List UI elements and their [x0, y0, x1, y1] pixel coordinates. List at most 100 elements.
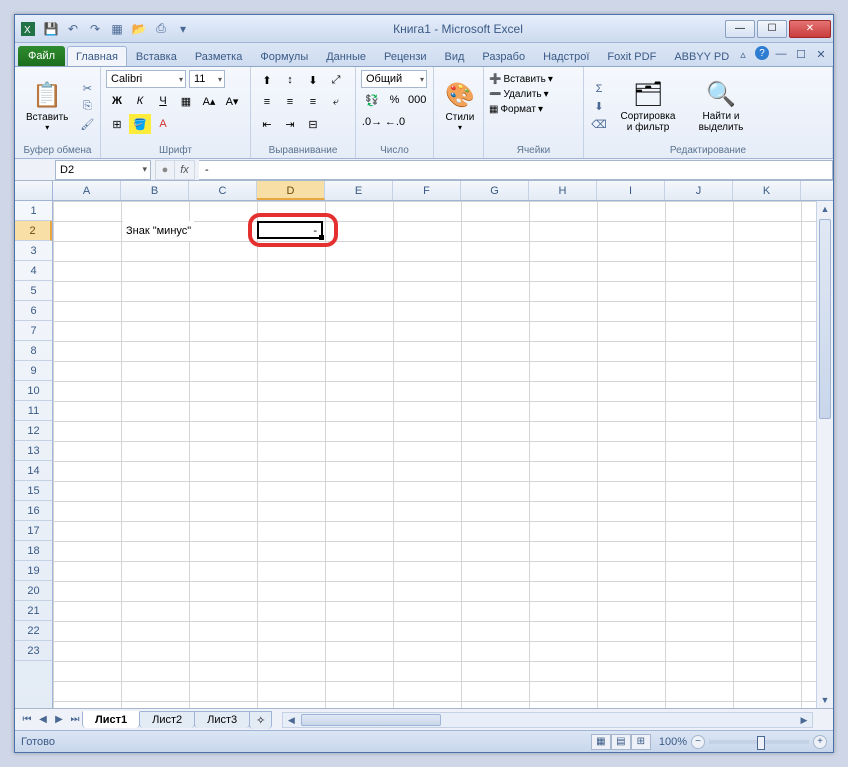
sheet-nav-prev[interactable]: ◀	[35, 714, 51, 725]
row-header-18[interactable]: 18	[15, 541, 52, 561]
align-middle-button[interactable]: ↕	[279, 70, 301, 90]
col-header-E[interactable]: E	[325, 181, 393, 200]
italic-button[interactable]: К	[129, 91, 151, 111]
fx-button[interactable]: fx	[175, 160, 195, 180]
scroll-thumb[interactable]	[819, 219, 831, 419]
clear-button[interactable]: ⌫	[589, 117, 609, 133]
sheet-nav-last[interactable]: ⏭	[67, 714, 83, 725]
row-header-19[interactable]: 19	[15, 561, 52, 581]
zoom-slider[interactable]	[709, 740, 809, 744]
tab-formulas[interactable]: Формулы	[251, 46, 317, 66]
bold-button[interactable]: Ж	[106, 91, 128, 111]
wrap-text-button[interactable]: ⤶	[325, 92, 347, 112]
font-name-combo[interactable]: Calibri	[106, 70, 186, 88]
col-header-D[interactable]: D	[257, 181, 325, 200]
font-size-combo[interactable]: 11	[189, 70, 225, 88]
align-bottom-button[interactable]: ⬇	[302, 70, 324, 90]
cell-D2-selected[interactable]: -	[257, 221, 323, 239]
tab-view[interactable]: Вид	[436, 46, 474, 66]
doc-restore-icon[interactable]: ☐	[793, 46, 809, 62]
borders-button[interactable]: ⊞	[106, 114, 128, 134]
horizontal-scrollbar[interactable]: ◀ ▶	[282, 712, 813, 728]
tab-home[interactable]: Главная	[67, 46, 127, 66]
font-color-button[interactable]: A	[152, 114, 174, 134]
col-header-F[interactable]: F	[393, 181, 461, 200]
sheet-nav-first[interactable]: ⏮	[19, 714, 35, 725]
view-pagebreak-button[interactable]: ⊞	[631, 734, 651, 750]
row-header-23[interactable]: 23	[15, 641, 52, 661]
row-header-8[interactable]: 8	[15, 341, 52, 361]
row-header-5[interactable]: 5	[15, 281, 52, 301]
row-header-3[interactable]: 3	[15, 241, 52, 261]
undo-button[interactable]: ↶	[63, 19, 83, 39]
minimize-ribbon-icon[interactable]: ▵	[735, 46, 751, 62]
comma-button[interactable]: 000	[406, 90, 428, 110]
row-header-7[interactable]: 7	[15, 321, 52, 341]
font-grow-button[interactable]: A▴	[198, 91, 220, 111]
row-header-9[interactable]: 9	[15, 361, 52, 381]
save-button[interactable]: 💾	[41, 19, 61, 39]
sheet-tab-3[interactable]: Лист3	[194, 711, 250, 728]
tab-developer[interactable]: Разрабо	[473, 46, 534, 66]
scroll-left-icon[interactable]: ◀	[283, 713, 299, 727]
sort-filter-button[interactable]: 🗂 Сортировка и фильтр	[612, 78, 684, 135]
view-layout-button[interactable]: ▤	[611, 734, 631, 750]
font-shrink-button[interactable]: A▾	[221, 91, 243, 111]
scroll-thumb[interactable]	[301, 714, 441, 726]
find-select-button[interactable]: 🔍 Найти и выделить	[687, 78, 755, 135]
row-header-13[interactable]: 13	[15, 441, 52, 461]
increase-decimal-button[interactable]: .0→	[361, 112, 383, 132]
row-header-22[interactable]: 22	[15, 621, 52, 641]
new-button[interactable]: ▦	[107, 19, 127, 39]
select-all-corner[interactable]	[15, 181, 53, 200]
row-header-12[interactable]: 12	[15, 421, 52, 441]
sheet-tab-2[interactable]: Лист2	[139, 711, 195, 728]
close-button[interactable]: ✕	[789, 20, 831, 38]
scroll-right-icon[interactable]: ▶	[796, 713, 812, 727]
col-header-I[interactable]: I	[597, 181, 665, 200]
row-header-11[interactable]: 11	[15, 401, 52, 421]
autosum-button[interactable]: Σ	[589, 81, 609, 97]
tab-layout[interactable]: Разметка	[186, 46, 252, 66]
cancel-formula-icon[interactable]: ●	[155, 160, 175, 180]
align-right-button[interactable]: ≡	[302, 92, 324, 112]
row-header-15[interactable]: 15	[15, 481, 52, 501]
row-header-21[interactable]: 21	[15, 601, 52, 621]
tab-addins[interactable]: Надстрої	[534, 46, 598, 66]
indent-decrease-button[interactable]: ⇤	[256, 114, 278, 134]
doc-minimize-icon[interactable]: —	[773, 46, 789, 62]
scroll-up-icon[interactable]: ▲	[817, 201, 833, 217]
doc-close-icon[interactable]: ✕	[813, 46, 829, 62]
indent-increase-button[interactable]: ⇥	[279, 114, 301, 134]
styles-button[interactable]: 🎨 Стили ▾	[439, 79, 481, 134]
copy-button[interactable]: ⎘	[77, 99, 97, 115]
orientation-button[interactable]: ⤢	[325, 70, 347, 90]
col-header-A[interactable]: A	[53, 181, 121, 200]
row-header-6[interactable]: 6	[15, 301, 52, 321]
paste-button[interactable]: 📋 Вставить ▾	[20, 79, 74, 134]
maximize-button[interactable]: ☐	[757, 20, 787, 38]
tab-insert[interactable]: Вставка	[127, 46, 186, 66]
align-top-button[interactable]: ⬆	[256, 70, 278, 90]
row-header-14[interactable]: 14	[15, 461, 52, 481]
col-header-K[interactable]: K	[733, 181, 801, 200]
sheet-tab-1[interactable]: Лист1	[82, 711, 140, 728]
underline-button[interactable]: Ч	[152, 91, 174, 111]
tab-review[interactable]: Рецензи	[375, 46, 436, 66]
currency-button[interactable]: 💱	[361, 90, 383, 110]
insert-cells-button[interactable]: ➕Вставить▾	[489, 74, 578, 85]
print-button[interactable]: ⎙	[151, 19, 171, 39]
new-sheet-button[interactable]: ✧	[249, 711, 272, 729]
format-painter-button[interactable]: 🖌	[77, 117, 97, 133]
row-header-16[interactable]: 16	[15, 501, 52, 521]
vertical-scrollbar[interactable]: ▲ ▼	[816, 201, 833, 708]
sheet-nav-next[interactable]: ▶	[51, 714, 67, 725]
help-icon[interactable]: ?	[755, 46, 769, 60]
row-header-20[interactable]: 20	[15, 581, 52, 601]
file-tab[interactable]: Файл	[18, 46, 65, 66]
col-header-G[interactable]: G	[461, 181, 529, 200]
scroll-down-icon[interactable]: ▼	[817, 692, 833, 708]
number-format-combo[interactable]: Общий	[361, 70, 427, 88]
formula-input[interactable]: -	[199, 160, 833, 180]
merge-button[interactable]: ⊟	[302, 114, 324, 134]
